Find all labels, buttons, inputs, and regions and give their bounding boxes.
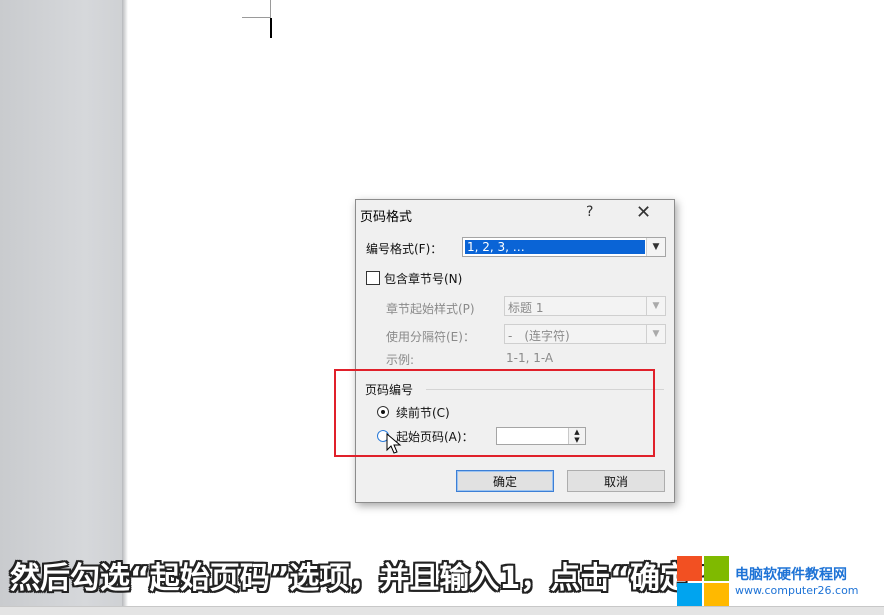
document-left-margin <box>0 0 122 614</box>
mouse-pointer-icon <box>386 433 402 454</box>
number-format-value: 1, 2, 3, … <box>467 240 525 254</box>
subtitle-caption: 然后勾选“起始页码”选项，并且输入1，点击“确定” <box>10 561 710 596</box>
page-number-format-dialog: 页码格式 ? ✕ 编号格式(F)： 1, 2, 3, … ▼ 包含章节号(N) … <box>355 199 675 503</box>
chapter-style-select[interactable]: 标题 1 ▼ <box>504 296 666 316</box>
separator-value: - (连字符) <box>508 329 570 343</box>
chevron-down-icon[interactable]: ▼ <box>646 238 665 256</box>
text-cursor <box>270 18 272 38</box>
highlight-box <box>334 369 655 457</box>
include-chapter-label[interactable]: 包含章节号(N) <box>384 270 462 287</box>
margin-corner-mark <box>242 17 270 18</box>
ok-button[interactable]: 确定 <box>456 470 554 492</box>
separator-label: 使用分隔符(E)： <box>386 330 475 344</box>
help-button[interactable]: ? <box>586 204 593 220</box>
cancel-button[interactable]: 取消 <box>567 470 665 492</box>
watermark-url: www.computer26.com <box>735 584 859 597</box>
example-label: 示例: <box>386 353 415 367</box>
separator-select[interactable]: - (连字符) ▼ <box>504 324 666 344</box>
number-format-label: 编号格式(F)： <box>366 242 443 256</box>
chevron-down-icon: ▼ <box>646 297 665 315</box>
chapter-style-value: 标题 1 <box>508 301 544 315</box>
margin-corner-mark-vertical <box>270 0 271 18</box>
windows-logo-icon <box>677 556 729 608</box>
include-chapter-checkbox[interactable] <box>366 271 380 285</box>
close-button[interactable]: ✕ <box>636 202 651 223</box>
dialog-title: 页码格式 <box>360 210 413 225</box>
chapter-style-label: 章节起始样式(P) <box>386 302 475 316</box>
number-format-select[interactable]: 1, 2, 3, … ▼ <box>462 237 666 257</box>
watermark-name: 电脑软硬件教程网 <box>735 567 847 583</box>
chevron-down-icon: ▼ <box>646 325 665 343</box>
example-value: 1-1, 1-A <box>506 351 554 365</box>
